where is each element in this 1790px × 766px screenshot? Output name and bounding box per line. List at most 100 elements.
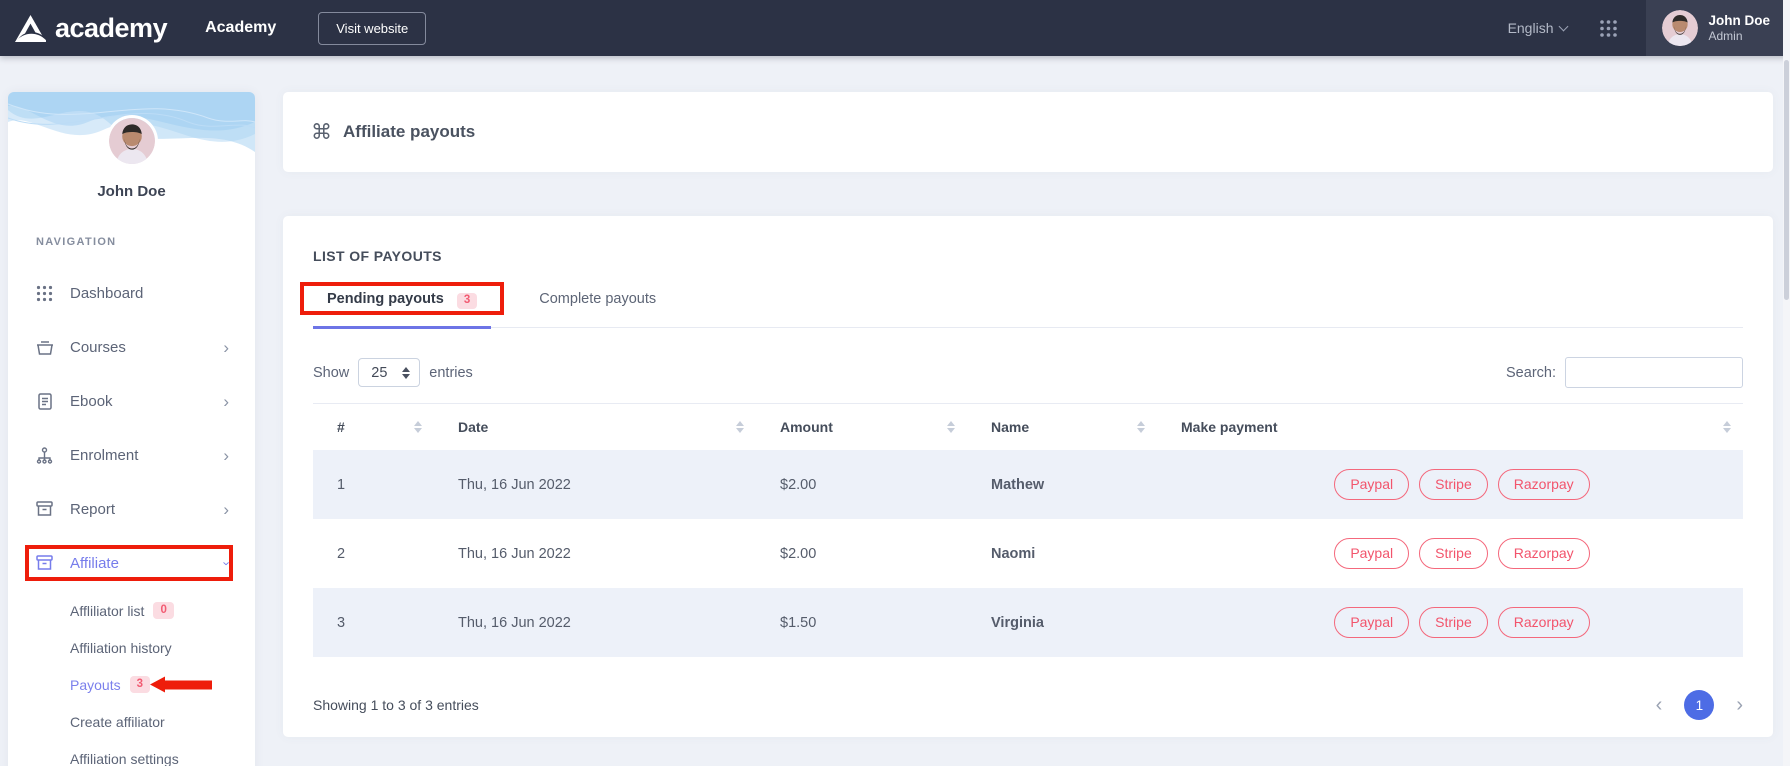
pagination-prev-icon[interactable]: ‹ xyxy=(1656,695,1663,715)
subitem-label: Affiliation settings xyxy=(70,751,179,766)
top-navbar: academy Academy Visit website English xyxy=(0,0,1790,56)
cell-make-payment: Paypal Stripe Razorpay xyxy=(1157,450,1743,519)
cell-date: Thu, 16 Jun 2022 xyxy=(434,588,756,657)
annotation-arrow-payouts xyxy=(150,676,214,693)
page-length-value: 25 xyxy=(371,365,387,381)
dashboard-icon xyxy=(35,285,54,302)
sort-icon xyxy=(947,421,955,433)
razorpay-button[interactable]: Razorpay xyxy=(1498,607,1590,638)
page-title: ⌘ Affiliate payouts xyxy=(311,122,475,143)
affiliate-icon xyxy=(35,555,54,571)
pagination-page-1[interactable]: 1 xyxy=(1684,690,1714,720)
page-length-select[interactable]: 25 xyxy=(358,358,420,387)
sidebar-item-courses[interactable]: Courses › xyxy=(8,320,255,374)
app-name: Academy xyxy=(205,19,276,37)
sidebar-item-report[interactable]: Report › xyxy=(8,482,255,536)
cell-amount: $2.00 xyxy=(756,450,967,519)
cell-num: 1 xyxy=(313,450,434,519)
razorpay-button[interactable]: Razorpay xyxy=(1498,538,1590,569)
payouts-card: LIST OF PAYOUTS Pending payouts 3 Comple… xyxy=(283,216,1773,737)
sidebar-user-avatar xyxy=(109,118,155,164)
courses-icon xyxy=(35,339,54,356)
column-header-make-payment[interactable]: Make payment xyxy=(1157,404,1743,451)
subitem-label: Affiliation history xyxy=(70,640,172,656)
chevron-right-icon: › xyxy=(223,393,229,410)
user-menu[interactable]: John Doe Admin xyxy=(1646,0,1790,56)
chevron-down-icon: › xyxy=(220,561,233,565)
search-label: Search: xyxy=(1506,365,1556,381)
search-input[interactable] xyxy=(1565,357,1743,388)
paypal-button[interactable]: Paypal xyxy=(1334,469,1409,500)
column-header-num[interactable]: # xyxy=(313,404,434,451)
cell-amount: $1.50 xyxy=(756,588,967,657)
stripe-button[interactable]: Stripe xyxy=(1419,469,1488,500)
pagination: ‹ 1 › xyxy=(1656,690,1743,720)
sidebar-user-name: John Doe xyxy=(8,183,255,200)
sidebar-subitem-affiliation-history[interactable]: Affiliation history xyxy=(8,629,255,666)
subitem-label: Create affiliator xyxy=(70,714,165,730)
select-arrows-icon xyxy=(402,367,410,379)
sidebar-item-affiliate[interactable]: Affiliate › xyxy=(8,536,255,590)
chevron-down-icon xyxy=(1559,22,1569,32)
column-header-amount[interactable]: Amount xyxy=(756,404,967,451)
apps-grid-icon[interactable] xyxy=(1599,19,1618,38)
sidebar-item-label: Enrolment xyxy=(70,447,138,464)
command-icon: ⌘ xyxy=(311,122,332,143)
page-title-text: Affiliate payouts xyxy=(343,122,475,142)
sidebar: John Doe NAVIGATION Dashboard xyxy=(8,92,255,766)
razorpay-button[interactable]: Razorpay xyxy=(1498,469,1590,500)
scrollbar-thumb[interactable] xyxy=(1784,60,1789,300)
payouts-table: # Date Amount Name xyxy=(313,403,1743,657)
tab-pending-payouts[interactable]: Pending payouts 3 xyxy=(313,291,491,329)
payouts-badge: 3 xyxy=(130,676,150,693)
chevron-right-icon: › xyxy=(223,447,229,464)
table-row: 2 Thu, 16 Jun 2022 $2.00 Naomi Paypal St… xyxy=(313,519,1743,588)
brand-text: academy xyxy=(55,13,167,44)
sidebar-subitem-payouts[interactable]: Payouts 3 xyxy=(8,666,255,703)
tab-complete-payouts[interactable]: Complete payouts xyxy=(535,291,660,327)
tab-label: Complete payouts xyxy=(539,291,656,307)
cell-make-payment: Paypal Stripe Razorpay xyxy=(1157,588,1743,657)
browser-scrollbar[interactable] xyxy=(1783,0,1790,766)
cell-date: Thu, 16 Jun 2022 xyxy=(434,519,756,588)
sidebar-subitem-affiliator-list[interactable]: Affliliator list 0 xyxy=(8,592,255,629)
sidebar-item-enrolment[interactable]: Enrolment › xyxy=(8,428,255,482)
visit-website-button[interactable]: Visit website xyxy=(318,12,426,45)
report-icon xyxy=(35,501,54,517)
subitem-label: Affliliator list xyxy=(70,603,144,619)
sort-icon xyxy=(414,421,422,433)
stripe-button[interactable]: Stripe xyxy=(1419,538,1488,569)
paypal-button[interactable]: Paypal xyxy=(1334,607,1409,638)
cell-amount: $2.00 xyxy=(756,519,967,588)
user-avatar xyxy=(1662,10,1698,46)
show-label: Show xyxy=(313,365,349,381)
cell-num: 2 xyxy=(313,519,434,588)
entries-label: entries xyxy=(429,365,473,381)
chevron-right-icon: › xyxy=(223,501,229,518)
column-header-date[interactable]: Date xyxy=(434,404,756,451)
nav-section-label: NAVIGATION xyxy=(36,236,255,248)
sort-icon xyxy=(1723,421,1731,433)
sidebar-subitem-create-affiliator[interactable]: Create affiliator xyxy=(8,703,255,740)
sidebar-item-dashboard[interactable]: Dashboard xyxy=(8,266,255,320)
paypal-button[interactable]: Paypal xyxy=(1334,538,1409,569)
pagination-next-icon[interactable]: › xyxy=(1736,695,1743,715)
navbar-user-name: John Doe xyxy=(1708,13,1770,28)
sidebar-subitem-affiliation-settings[interactable]: Affiliation settings xyxy=(8,740,255,766)
sort-icon xyxy=(736,421,744,433)
stripe-button[interactable]: Stripe xyxy=(1419,607,1488,638)
brand-logo[interactable]: academy xyxy=(14,13,167,44)
enrolment-icon xyxy=(35,447,54,464)
showing-entries-text: Showing 1 to 3 of 3 entries xyxy=(313,697,479,713)
language-dropdown[interactable]: English xyxy=(1508,20,1568,36)
cell-date: Thu, 16 Jun 2022 xyxy=(434,450,756,519)
sidebar-item-ebook[interactable]: Ebook › xyxy=(8,374,255,428)
cell-name: Naomi xyxy=(967,519,1157,588)
chevron-right-icon: › xyxy=(223,339,229,356)
table-row: 1 Thu, 16 Jun 2022 $2.00 Mathew Paypal S… xyxy=(313,450,1743,519)
cell-name: Mathew xyxy=(967,450,1157,519)
column-header-name[interactable]: Name xyxy=(967,404,1157,451)
sidebar-item-label: Dashboard xyxy=(70,285,143,302)
sidebar-item-label: Report xyxy=(70,501,115,518)
cell-num: 3 xyxy=(313,588,434,657)
